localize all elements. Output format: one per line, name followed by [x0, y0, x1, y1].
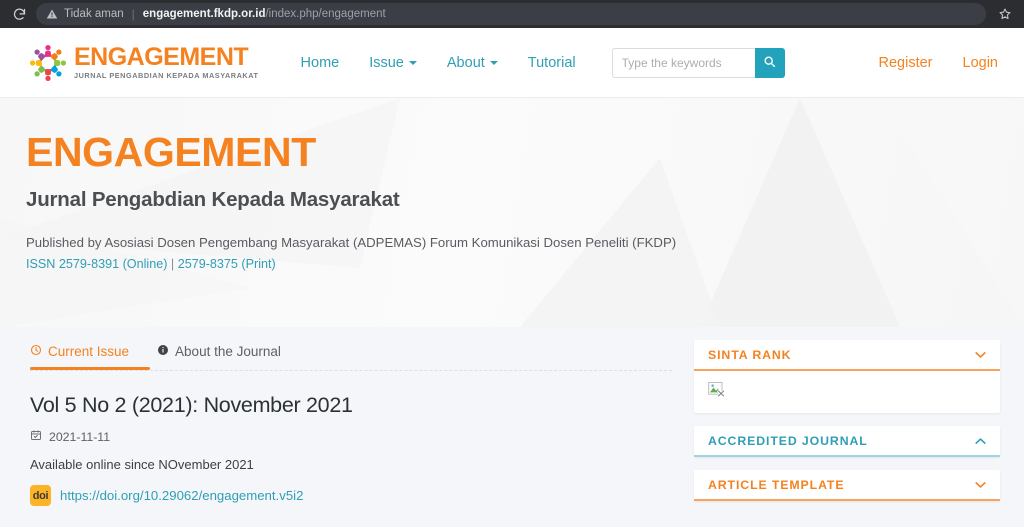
calendar-icon: [30, 429, 42, 444]
login-link[interactable]: Login: [963, 55, 998, 71]
sidebar-panel-accredited-journal: ACCREDITED JOURNAL: [694, 426, 1000, 457]
nav-label: Home: [300, 54, 340, 71]
issn-separator: |: [170, 257, 175, 271]
browser-toolbar: Tidak aman | engagement.fkdp.or.id/index…: [0, 0, 1024, 28]
journal-hero-banner: ENGAGEMENT Jurnal Pengabdian Kepada Masy…: [0, 98, 1024, 327]
nav-item-home[interactable]: Home: [301, 55, 340, 71]
search-icon: [763, 55, 776, 71]
brand-name: ENGAGEMENT: [74, 43, 249, 72]
publisher-line: Published by Asosiasi Dosen Pengembang M…: [26, 235, 677, 250]
chevron-down-icon[interactable]: [975, 351, 986, 359]
content-area: Current Issue About the Journal Vol 5 No…: [0, 327, 1024, 527]
panel-body-sinta-rank: [694, 371, 1000, 413]
tab-current-issue[interactable]: Current Issue: [30, 344, 129, 368]
issue-date-label: 2021-11-11: [49, 429, 111, 444]
doi-badge-icon: doi: [30, 485, 51, 506]
info-circle-icon: [157, 344, 169, 359]
search-input[interactable]: [611, 47, 755, 78]
warning-triangle-icon: [46, 8, 58, 20]
address-bar[interactable]: Tidak aman | engagement.fkdp.or.id/index…: [36, 3, 986, 25]
site-header: ENGAGEMENT JURNAL PENGABDIAN KEPADA MASY…: [0, 28, 1024, 98]
main-navigation: Home Issue About Tutorial: [301, 47, 785, 78]
issn-online-link[interactable]: ISSN 2579-8391 (Online): [26, 257, 167, 271]
panel-header-article-template[interactable]: ARTICLE TEMPLATE: [694, 470, 1000, 501]
panel-header-sinta-rank[interactable]: SINTA RANK: [694, 340, 1000, 371]
chevron-up-icon[interactable]: [975, 437, 986, 445]
chevron-down-icon: [408, 60, 417, 65]
tab-label: About the Journal: [175, 344, 281, 359]
chevron-down-icon[interactable]: [975, 481, 986, 489]
main-column: Current Issue About the Journal Vol 5 No…: [24, 327, 672, 527]
doi-row: doi https://doi.org/10.29062/engagement.…: [30, 485, 672, 506]
issue-title: Vol 5 No 2 (2021): November 2021: [30, 393, 353, 417]
broken-image-icon: [708, 382, 986, 397]
star-icon[interactable]: [992, 1, 1018, 27]
sidebar-panel-article-template: ARTICLE TEMPLATE: [694, 470, 1000, 501]
chevron-down-icon: [489, 60, 498, 65]
issn-print-link[interactable]: 2579-8375 (Print): [178, 257, 276, 271]
user-links: Register Login: [879, 28, 998, 98]
register-link[interactable]: Register: [879, 55, 933, 71]
sidebar-panel-sinta-rank: SINTA RANK: [694, 340, 1000, 413]
reload-icon[interactable]: [6, 1, 32, 27]
brand-tagline: JURNAL PENGABDIAN KEPADA MASYARAKAT: [74, 71, 259, 81]
url-domain: engagement.fkdp.or.id: [142, 8, 266, 20]
search-button[interactable]: [754, 47, 785, 78]
doi-link[interactable]: https://doi.org/10.29062/engagement.v5i2: [60, 488, 303, 503]
sidebar: SINTA RANK ACCREDITED JOURNAL ARTICLE TE…: [672, 327, 1000, 527]
panel-title: ACCREDITED JOURNAL: [708, 433, 868, 448]
nav-label: Tutorial: [527, 54, 576, 71]
page-title: ENGAGEMENT: [26, 129, 316, 175]
address-divider: |: [131, 7, 135, 21]
nav-item-issue[interactable]: Issue: [369, 55, 417, 71]
site-logo[interactable]: ENGAGEMENT JURNAL PENGABDIAN KEPADA MASY…: [26, 41, 259, 85]
availability-note: Available online since NOvember 2021: [30, 457, 254, 472]
nav-item-tutorial[interactable]: Tutorial: [528, 55, 576, 71]
issn-line: ISSN 2579-8391 (Online) | 2579-8375 (Pri…: [26, 257, 998, 271]
issue-tabs: Current Issue About the Journal: [30, 344, 672, 368]
journal-subtitle: Jurnal Pengabdian Kepada Masyarakat: [26, 188, 400, 211]
issue-published-date: 2021-11-11: [30, 429, 672, 444]
clock-icon: [30, 344, 42, 359]
nav-item-about[interactable]: About: [447, 55, 498, 71]
engagement-people-circle-logo-icon: [26, 41, 70, 85]
nav-label: Issue: [369, 54, 404, 71]
panel-header-accredited-journal[interactable]: ACCREDITED JOURNAL: [694, 426, 1000, 457]
panel-title: ARTICLE TEMPLATE: [708, 477, 845, 492]
search-form: [611, 47, 785, 78]
security-status-label: Tidak aman: [64, 8, 124, 20]
panel-title: SINTA RANK: [708, 347, 792, 362]
active-tab-indicator: [30, 367, 150, 370]
tab-label: Current Issue: [48, 344, 130, 359]
tab-about-the-journal[interactable]: About the Journal: [157, 344, 281, 368]
url-path: /index.php/engagement: [265, 8, 386, 20]
tabs-divider: [30, 367, 672, 371]
nav-label: About: [446, 54, 485, 71]
